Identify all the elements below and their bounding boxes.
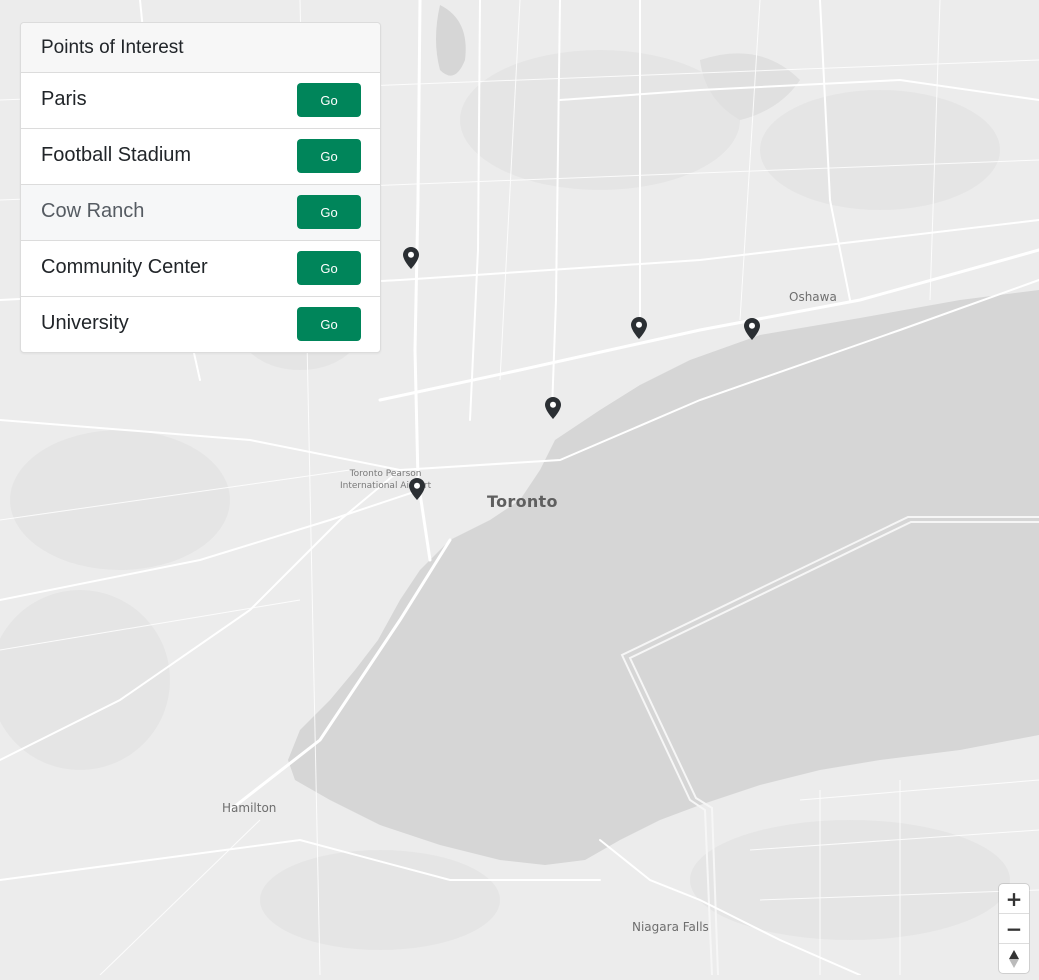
- poi-label: Paris: [41, 88, 87, 110]
- zoom-in-button[interactable]: +: [999, 884, 1029, 913]
- map-marker-icon[interactable]: [409, 478, 425, 500]
- map-marker-icon[interactable]: [403, 247, 419, 269]
- place-oshawa: Oshawa: [789, 290, 837, 304]
- go-button-community-center[interactable]: Go: [297, 251, 361, 285]
- points-of-interest-panel: Points of Interest Paris Go Football Sta…: [20, 22, 381, 353]
- map-marker-icon[interactable]: [744, 318, 760, 340]
- place-niagara-falls: Niagara Falls: [632, 920, 709, 934]
- go-button-football-stadium[interactable]: Go: [297, 139, 361, 173]
- poi-item-cow-ranch: Cow Ranch Go: [21, 185, 380, 241]
- place-toronto: Toronto: [487, 492, 558, 511]
- go-button-paris[interactable]: Go: [297, 83, 361, 117]
- panel-title: Points of Interest: [21, 23, 380, 73]
- poi-label: Cow Ranch: [41, 200, 145, 222]
- poi-item-community-center: Community Center Go: [21, 241, 380, 297]
- compass-button[interactable]: [999, 943, 1029, 973]
- poi-label: Football Stadium: [41, 144, 192, 166]
- poi-item-paris: Paris Go: [21, 73, 380, 129]
- poi-label: University: [41, 312, 129, 334]
- poi-item-university: University Go: [21, 297, 380, 352]
- place-hamilton: Hamilton: [222, 801, 277, 815]
- zoom-out-button[interactable]: −: [999, 913, 1029, 943]
- zoom-control: + −: [999, 884, 1029, 973]
- go-button-cow-ranch[interactable]: Go: [297, 195, 361, 229]
- go-button-university[interactable]: Go: [297, 307, 361, 341]
- compass-icon: [1009, 949, 1019, 968]
- map-marker-icon[interactable]: [631, 317, 647, 339]
- map-marker-icon[interactable]: [545, 397, 561, 419]
- poi-item-football-stadium: Football Stadium Go: [21, 129, 380, 185]
- poi-label: Community Center: [41, 256, 208, 278]
